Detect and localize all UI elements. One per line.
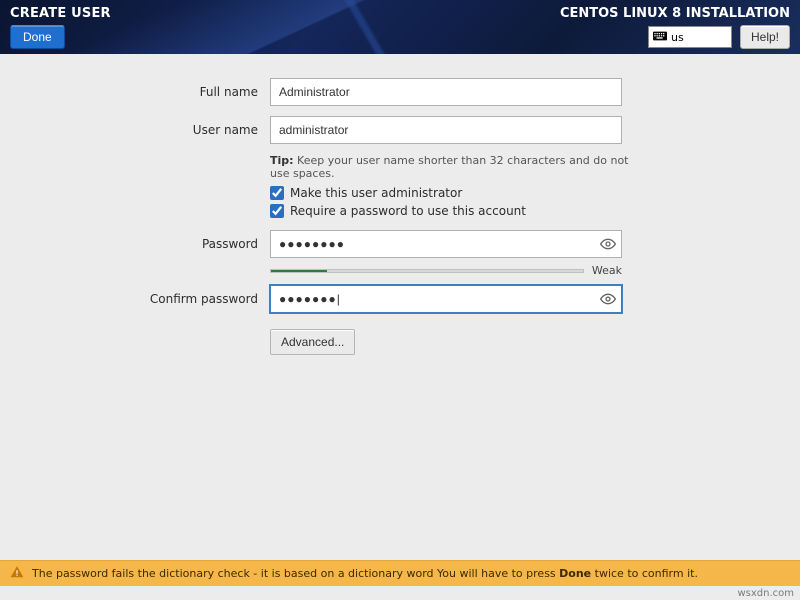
warning-text-before: The password fails the dictionary check …	[32, 567, 559, 580]
user-name-label: User name	[0, 123, 270, 137]
password-label: Password	[0, 237, 270, 251]
tip-prefix: Tip:	[270, 154, 294, 167]
keyboard-layout-label: us	[671, 31, 684, 44]
installer-title: CENTOS LINUX 8 INSTALLATION	[560, 6, 790, 21]
warning-done-word: Done	[559, 567, 591, 580]
checkbox-admin[interactable]	[270, 186, 284, 200]
header-bar: CREATE USER Done CENTOS LINUX 8 INSTALLA…	[0, 0, 800, 54]
checkbox-require-password[interactable]	[270, 204, 284, 218]
warning-text-after: twice to confirm it.	[591, 567, 698, 580]
keyboard-layout-indicator[interactable]: us	[648, 26, 732, 48]
warning-text: The password fails the dictionary check …	[32, 567, 698, 580]
advanced-button[interactable]: Advanced...	[270, 329, 355, 355]
page-title: CREATE USER	[10, 6, 111, 21]
password-strength-row: Weak	[270, 264, 622, 277]
attribution-watermark: wsxdn.com	[737, 588, 794, 599]
password-input[interactable]	[270, 230, 622, 258]
checkbox-admin-row[interactable]: Make this user administrator	[270, 186, 660, 200]
confirm-password-label: Confirm password	[0, 292, 270, 306]
keyboard-icon	[653, 31, 667, 44]
password-strength-label: Weak	[592, 264, 622, 277]
full-name-input[interactable]	[270, 78, 622, 106]
row-user-name: User name	[0, 116, 660, 144]
row-confirm-password: Confirm password	[0, 285, 660, 313]
user-name-input[interactable]	[270, 116, 622, 144]
help-button[interactable]: Help!	[740, 25, 790, 49]
confirm-password-input[interactable]	[270, 285, 622, 313]
form-area: Full name User name Tip: Keep your user …	[0, 54, 800, 355]
full-name-label: Full name	[0, 85, 270, 99]
done-button[interactable]: Done	[10, 25, 65, 49]
warning-bar: The password fails the dictionary check …	[0, 560, 800, 586]
checkbox-require-password-row[interactable]: Require a password to use this account	[270, 204, 660, 218]
password-strength-bar	[270, 269, 584, 273]
header-controls: us Help!	[648, 25, 790, 49]
checkbox-require-password-label: Require a password to use this account	[290, 204, 526, 218]
warning-icon	[10, 565, 24, 582]
tip-text: Keep your user name shorter than 32 char…	[270, 154, 629, 180]
header-left: CREATE USER Done	[10, 6, 111, 49]
row-password: Password	[0, 230, 660, 258]
eye-icon[interactable]	[600, 291, 616, 307]
header-right: CENTOS LINUX 8 INSTALLATION us Help!	[560, 6, 790, 49]
password-strength-fill	[271, 270, 327, 272]
checkbox-admin-label: Make this user administrator	[290, 186, 462, 200]
eye-icon[interactable]	[600, 236, 616, 252]
username-tip: Tip: Keep your user name shorter than 32…	[270, 154, 630, 180]
row-full-name: Full name	[0, 78, 660, 106]
